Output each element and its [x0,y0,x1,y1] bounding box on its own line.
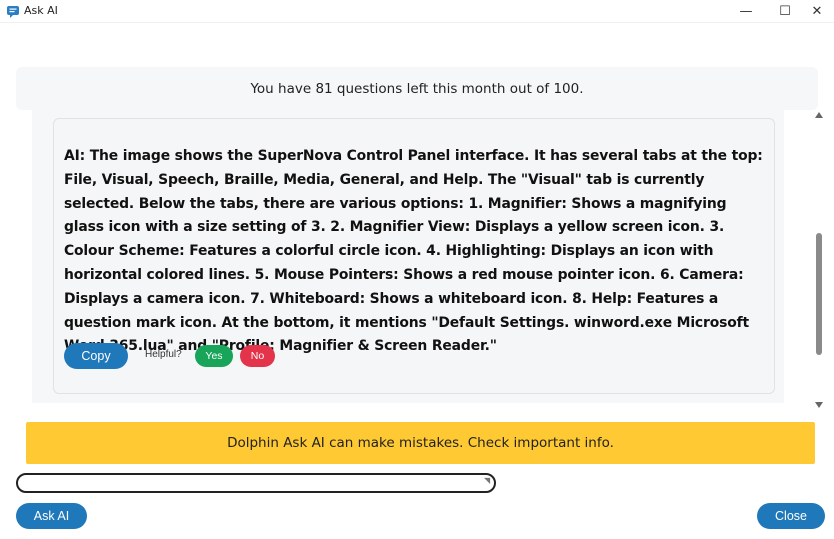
minimize-icon[interactable]: — [728,0,764,22]
scroll-down-arrow-icon[interactable] [815,402,823,408]
quota-text: You have 81 questions left this month ou… [250,80,584,97]
ask-ai-button[interactable]: Ask AI [16,503,87,529]
quota-banner: You have 81 questions left this month ou… [16,67,818,110]
helpful-yes-button[interactable]: Yes [195,345,233,367]
answer-body: The image shows the SuperNova Control Pa… [64,148,763,355]
chat-bubble-icon [6,4,20,18]
scrollbar-thumb[interactable] [816,233,822,355]
maximize-icon[interactable]: ☐ [767,0,803,22]
window-title: Ask AI [24,4,58,17]
answer-text: AI: The image shows the SuperNova Contro… [64,145,770,359]
close-button[interactable]: Close [757,503,825,529]
question-input[interactable] [16,473,496,493]
warning-text: Dolphin Ask AI can make mistakes. Check … [227,435,614,451]
close-icon[interactable]: ✕ [799,0,834,22]
warning-banner: Dolphin Ask AI can make mistakes. Check … [26,422,815,464]
answer-prefix: AI: [64,148,86,164]
copy-button[interactable]: Copy [64,343,128,369]
title-bar: Ask AI — ☐ ✕ [0,0,834,23]
helpful-no-button[interactable]: No [240,345,275,367]
helpful-label: Helpful? [145,349,182,360]
scroll-up-arrow-icon[interactable] [815,112,823,118]
resize-grip-icon[interactable]: ◥ [484,477,490,487]
